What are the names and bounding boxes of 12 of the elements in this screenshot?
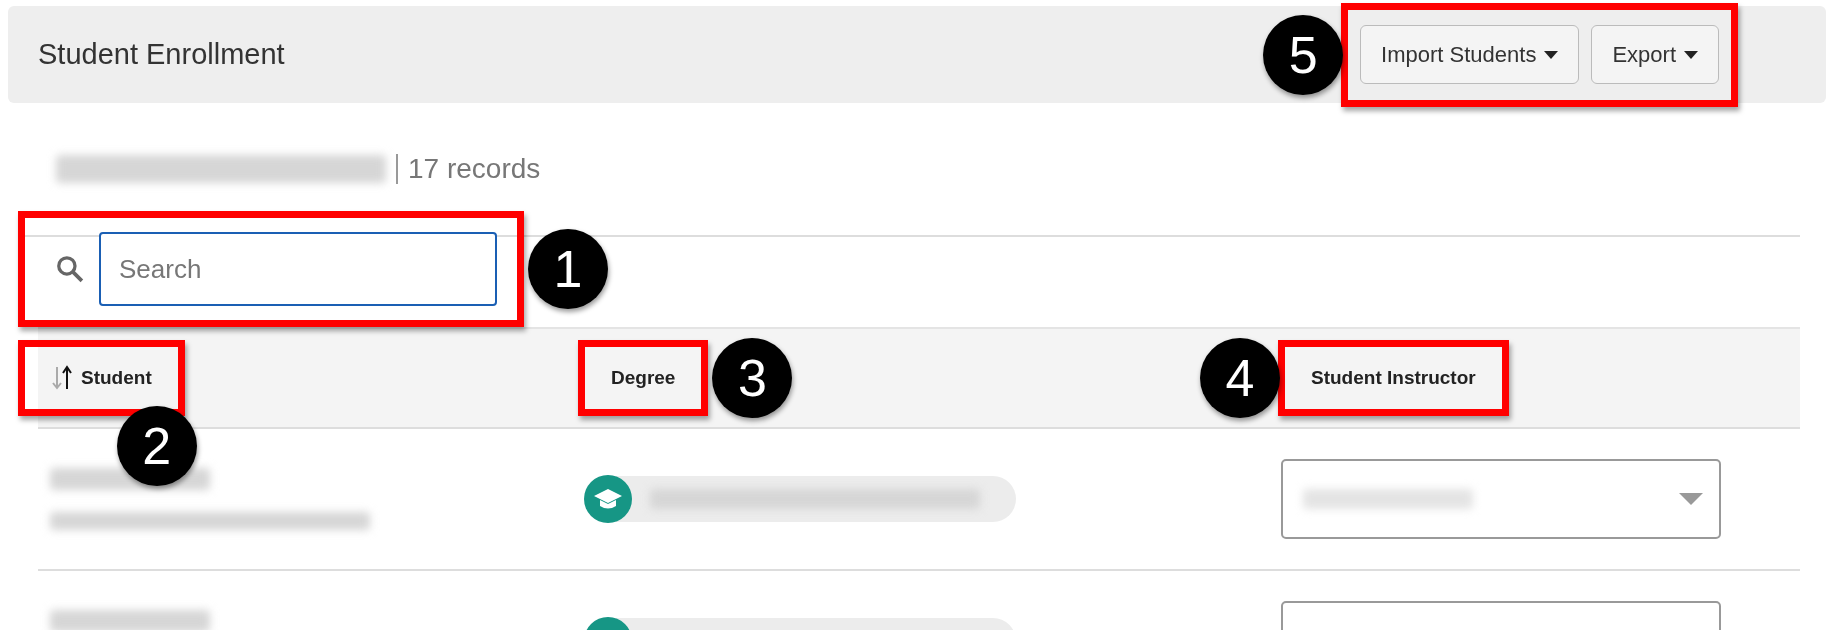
column-header: Student Instructor — [1310, 366, 1477, 390]
callout-number: 4 — [1200, 338, 1280, 418]
callout-number: 1 — [528, 229, 608, 309]
page-title: Student Enrollment — [38, 38, 285, 71]
search-field[interactable]: Search — [99, 232, 497, 306]
record-count: 17 records — [408, 153, 541, 185]
column-header[interactable]: Student — [25, 347, 178, 409]
callout-number: 3 — [712, 338, 793, 418]
dropdown-button[interactable]: Import Students — [1360, 25, 1580, 84]
dropdown-button[interactable]: Export — [1591, 25, 1719, 84]
callout-number: 5 — [1263, 14, 1344, 95]
column-header: Degree — [610, 366, 677, 390]
